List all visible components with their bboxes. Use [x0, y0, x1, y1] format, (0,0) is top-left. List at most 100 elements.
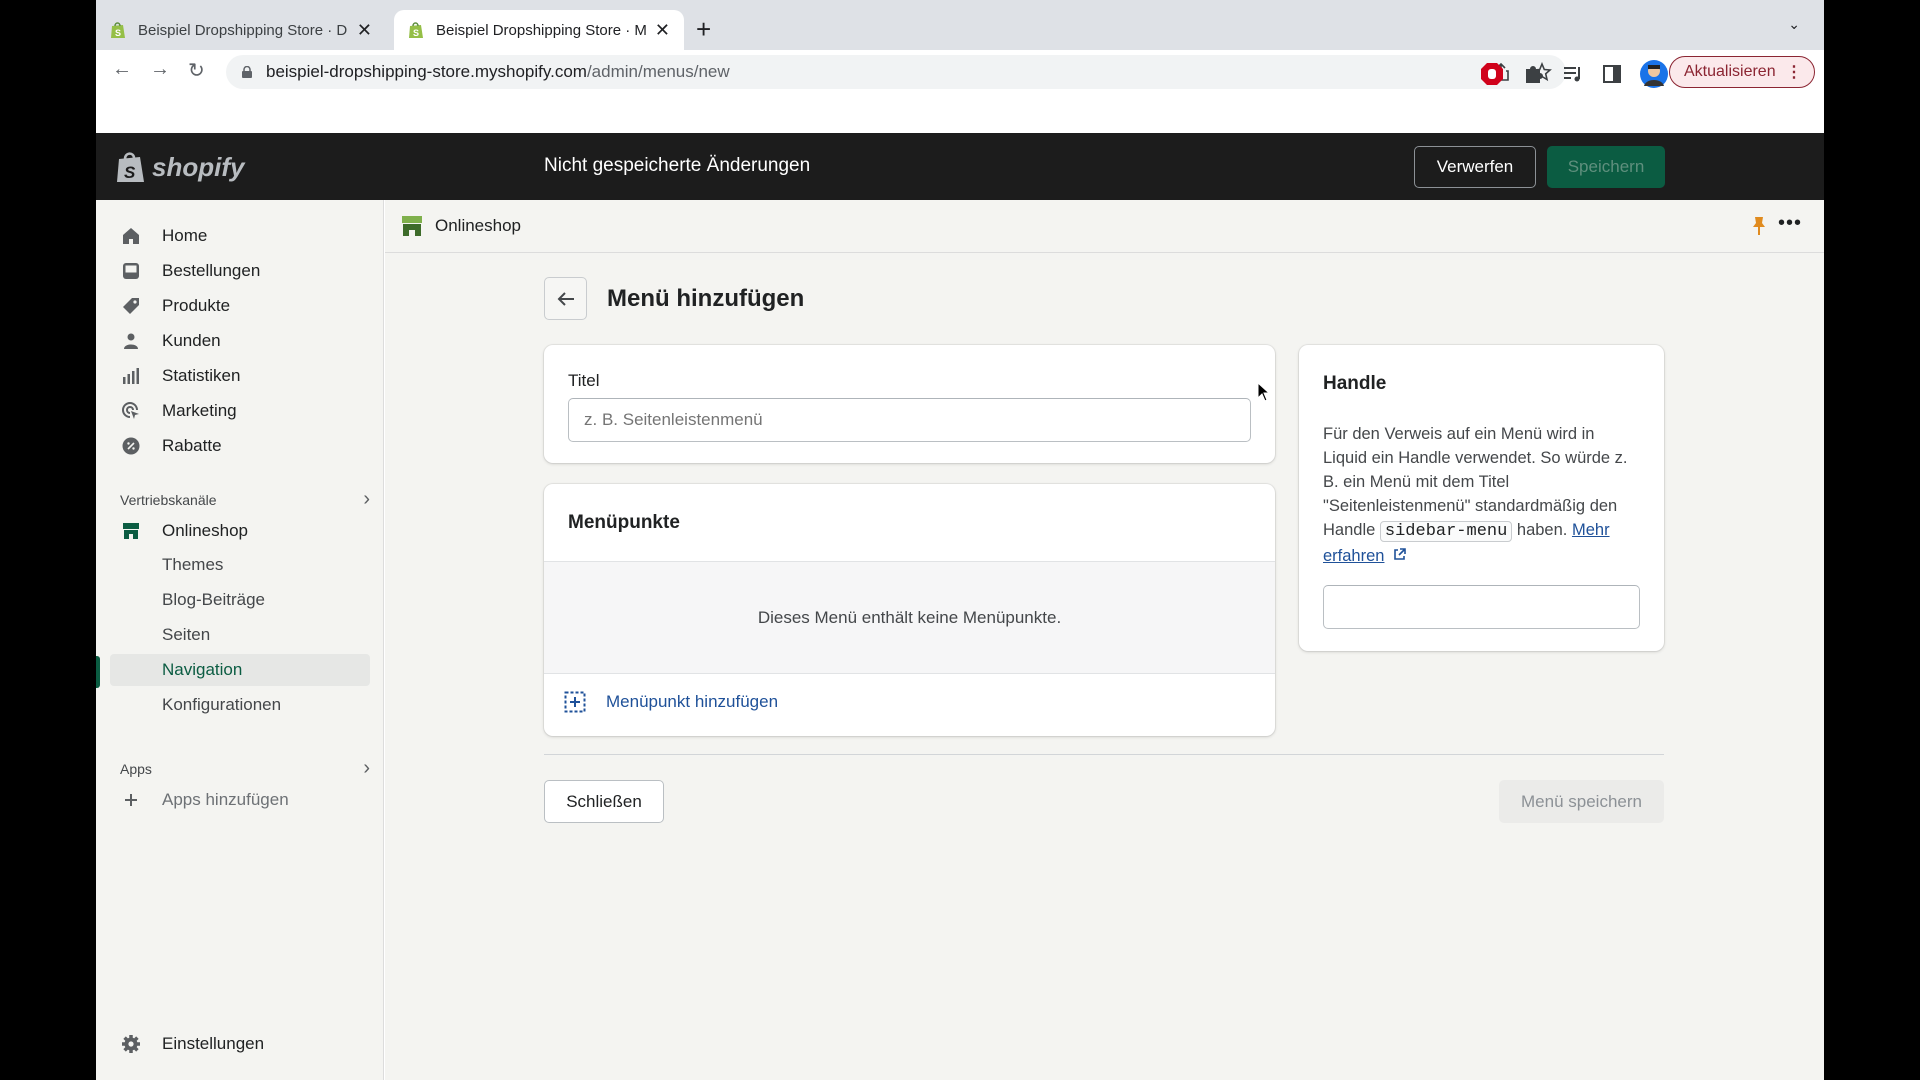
url-host: beispiel-dropshipping-store.myshopify.co…	[266, 62, 587, 81]
browser-tab-bar: S Beispiel Dropshipping Store · D ✕ S Be…	[96, 0, 1824, 50]
handle-heading: Handle	[1323, 373, 1387, 394]
sidebar-item-marketing[interactable]: Marketing	[110, 395, 370, 427]
forward-arrow-icon[interactable]: →	[150, 58, 170, 81]
sidebar-item-label: Marketing	[162, 401, 237, 420]
empty-state-text: Dieses Menü enthält keine Menüpunkte.	[544, 561, 1275, 674]
browser-tab[interactable]: S Beispiel Dropshipping Store · D ✕	[96, 10, 386, 50]
apps-label: Apps	[120, 760, 152, 777]
sidebar-subitem-preferences[interactable]: Konfigurationen	[110, 689, 370, 721]
profile-avatar[interactable]	[1640, 60, 1668, 88]
sidebar-item-analytics[interactable]: Statistiken	[110, 360, 370, 392]
screen: S Beispiel Dropshipping Store · D ✕ S Be…	[96, 0, 1824, 1080]
sidebar-item-discounts[interactable]: Rabatte	[110, 430, 370, 462]
sidebar-item-customers[interactable]: Kunden	[110, 325, 370, 357]
sales-channels-header[interactable]: Vertriebskanäle ›	[120, 488, 370, 511]
add-menu-item-button[interactable]: Menüpunkt hinzufügen	[564, 691, 778, 713]
sales-channels-label: Vertriebskanäle	[120, 491, 217, 508]
sidebar-item-label: Apps hinzufügen	[162, 790, 289, 809]
tab-title: Beispiel Dropshipping Store · D	[138, 21, 348, 39]
gear-icon	[120, 1033, 142, 1055]
media-control-icon[interactable]	[1562, 63, 1584, 85]
more-actions-icon[interactable]: •••	[1778, 212, 1802, 235]
close-tab-icon[interactable]: ✕	[357, 20, 372, 41]
adblock-extension-icon[interactable]	[1480, 62, 1504, 86]
shopify-bag-icon: S	[117, 152, 144, 182]
plus-icon	[120, 789, 142, 811]
reload-icon[interactable]: ↻	[188, 58, 205, 83]
sidebar-item-label: Bestellungen	[162, 261, 261, 280]
extensions-puzzle-icon[interactable]	[1522, 63, 1544, 85]
update-browser-button[interactable]: Aktualisieren ⋮	[1669, 56, 1815, 88]
save-menu-button[interactable]: Menü speichern	[1499, 780, 1664, 823]
sidebar-item-label: Produkte	[162, 296, 231, 315]
handle-card: Handle Für den Verweis auf ein Menü wird…	[1299, 345, 1664, 651]
sidebar: Home Bestellungen Produkte Kunden Statis…	[96, 200, 384, 1080]
sidebar-item-add-apps[interactable]: Apps hinzufügen	[110, 784, 370, 816]
title-input[interactable]	[568, 398, 1251, 442]
main-content: Onlineshop ••• Menü hinzufügen Titel Men…	[385, 200, 1824, 1080]
sidebar-item-label: Einstellungen	[162, 1034, 265, 1053]
shopify-top-bar: S shopify Nicht gespeicherte Änderungen …	[96, 133, 1824, 200]
home-icon	[120, 225, 142, 247]
handle-input[interactable]	[1323, 585, 1640, 629]
back-arrow-icon[interactable]: ←	[112, 58, 132, 81]
active-indicator	[96, 656, 100, 688]
sidebar-item-label: Home	[162, 226, 208, 245]
sidebar-item-label: Statistiken	[162, 366, 241, 385]
sidebar-item-home[interactable]: Home	[110, 220, 370, 252]
svg-text:S: S	[124, 163, 136, 182]
sidebar-item-onlineshop[interactable]: Onlineshop	[110, 515, 370, 547]
save-button[interactable]: Speichern	[1547, 146, 1665, 188]
handle-code-example: sidebar-menu	[1379, 521, 1513, 542]
svg-text:S: S	[115, 28, 121, 38]
close-button[interactable]: Schließen	[544, 780, 664, 823]
sidebar-subitem-themes[interactable]: Themes	[110, 549, 370, 581]
bar-chart-icon	[120, 365, 142, 387]
store-icon	[120, 520, 142, 542]
tag-icon	[120, 295, 142, 317]
url-path: /admin/menus/new	[586, 62, 730, 81]
update-label: Aktualisieren	[1684, 63, 1776, 80]
tab-title: Beispiel Dropshipping Store · M	[436, 21, 647, 39]
chevron-right-icon[interactable]: ›	[363, 757, 370, 780]
sidebar-item-orders[interactable]: Bestellungen	[110, 255, 370, 287]
sidebar-subitem-pages[interactable]: Seiten	[110, 619, 370, 651]
onlineshop-icon	[402, 216, 422, 236]
browser-tab-active[interactable]: S Beispiel Dropshipping Store · M ✕	[394, 10, 684, 50]
sidebar-item-products[interactable]: Produkte	[110, 290, 370, 322]
chevron-right-icon[interactable]: ›	[363, 488, 370, 511]
new-tab-button[interactable]: +	[696, 14, 711, 45]
title-card: Titel	[544, 345, 1275, 463]
handle-desc-text-2: haben.	[1516, 521, 1568, 539]
close-tab-icon[interactable]: ✕	[655, 20, 670, 41]
back-button[interactable]	[544, 277, 587, 320]
mouse-cursor-icon	[1257, 382, 1271, 402]
kebab-menu-icon: ⋮	[1786, 64, 1802, 81]
channel-header: Onlineshop •••	[385, 200, 1824, 253]
sidebar-item-label: Onlineshop	[162, 521, 249, 540]
browser-toolbar: ← → ↻ beispiel-dropshipping-store.myshop…	[96, 50, 1824, 94]
shopify-wordmark: shopify	[152, 151, 245, 182]
channel-name: Onlineshop	[435, 216, 522, 235]
lock-icon	[242, 66, 252, 78]
shopify-favicon-icon: S	[409, 22, 423, 38]
page-title: Menü hinzufügen	[607, 285, 805, 312]
shopify-favicon-icon: S	[111, 22, 125, 38]
apps-header[interactable]: Apps ›	[120, 757, 370, 780]
address-bar[interactable]: beispiel-dropshipping-store.myshopify.co…	[226, 55, 1566, 89]
divider	[544, 754, 1664, 755]
add-dashed-square-icon	[564, 691, 586, 713]
shopify-logo[interactable]: S shopify	[116, 150, 244, 184]
tab-search-chevron-icon[interactable]: ⌄	[1788, 16, 1800, 33]
discount-icon	[120, 435, 142, 457]
pin-icon[interactable]	[1752, 216, 1766, 236]
discard-button[interactable]: Verwerfen	[1414, 146, 1536, 188]
inbox-icon	[120, 260, 142, 282]
sidebar-subitem-blog-posts[interactable]: Blog-Beiträge	[110, 584, 370, 616]
sidebar-item-settings[interactable]: Einstellungen	[110, 1028, 370, 1060]
sidebar-item-label: Rabatte	[162, 436, 222, 455]
sidebar-subitem-navigation[interactable]: Navigation	[110, 654, 370, 686]
menu-items-card: Menüpunkte Dieses Menü enthält keine Men…	[544, 484, 1275, 736]
add-menu-item-label: Menüpunkt hinzufügen	[606, 692, 779, 711]
side-panel-icon[interactable]	[1602, 64, 1622, 84]
